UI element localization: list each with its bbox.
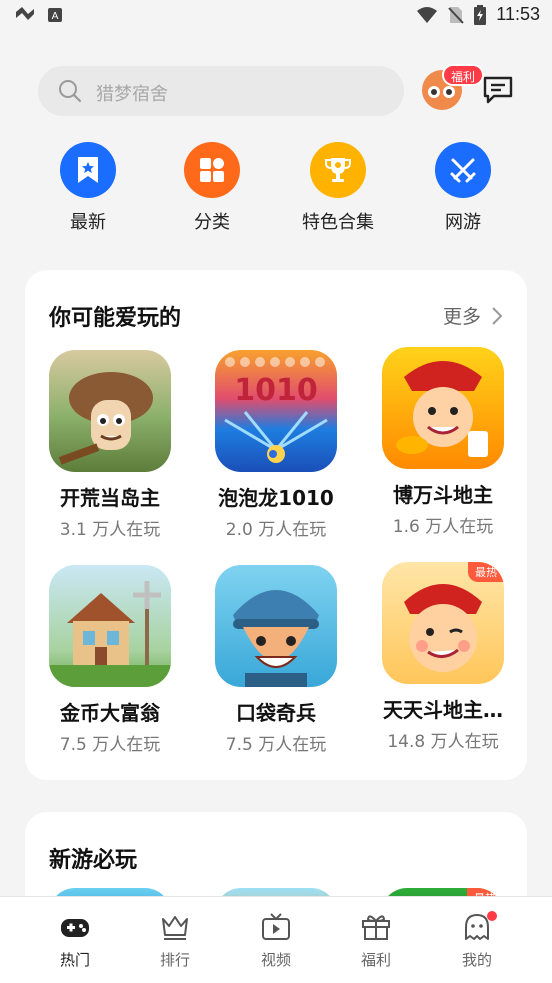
game-name: 口袋奇兵: [236, 701, 316, 725]
quick-nav-label: 分类: [194, 212, 230, 233]
game-item-jinbi[interactable]: 金币大富翁 7.5 万人在玩: [30, 565, 190, 755]
game-icon-bowan: [382, 347, 504, 469]
nav-label: 视频: [260, 951, 291, 969]
gamepad-icon: [61, 919, 89, 937]
game-icon-kaihuang: [49, 350, 171, 472]
bookmark-star-icon: [60, 142, 116, 198]
bottom-nav: 热门 排行 视频 福利 我的: [0, 896, 552, 983]
quick-nav-online[interactable]: 网游: [418, 142, 508, 234]
new-games-title: 新游必玩: [49, 848, 138, 873]
status-time: 11:53: [496, 4, 540, 24]
nav-item-video[interactable]: 视频: [236, 913, 316, 970]
game-players: 2.0 万人在玩: [225, 520, 327, 540]
quick-nav-collections[interactable]: 特色合集: [293, 142, 383, 234]
avatar-eye-left: [428, 86, 440, 98]
game-icon-koudai: [215, 565, 337, 687]
search-bar[interactable]: 猎梦宿舍: [38, 66, 404, 116]
game-item-koudai[interactable]: 口袋奇兵 7.5 万人在玩: [196, 565, 356, 755]
nav-label: 排行: [159, 951, 190, 969]
no-sim-icon: [448, 6, 465, 24]
game-players: 14.8 万人在玩: [387, 732, 499, 752]
game-name: 金币大富翁: [60, 701, 160, 725]
game-players: 3.1 万人在玩: [59, 520, 161, 540]
recommend-title: 你可能爱玩的: [49, 306, 182, 331]
game-item-bowan[interactable]: 博万斗地主 1.6 万人在玩: [363, 347, 523, 537]
message-icon[interactable]: [482, 74, 514, 106]
hot-badge: 最热: [468, 562, 504, 582]
quick-nav-label: 网游: [445, 212, 481, 233]
game-players: 7.5 万人在玩: [225, 735, 327, 755]
crossed-swords-icon: [435, 142, 491, 198]
grid-icon: [184, 142, 240, 198]
more-button[interactable]: 更多: [443, 302, 503, 329]
game-name: 泡泡龙1010: [218, 486, 334, 510]
game-icon-tiantian: 最热: [382, 562, 504, 684]
app-a-icon: A: [48, 8, 62, 22]
nav-item-welfare[interactable]: 福利: [336, 913, 416, 970]
search-placeholder: 猎梦宿舍: [96, 84, 168, 105]
gift-icon: [362, 915, 390, 940]
status-bar: A 11:53: [0, 0, 552, 32]
nav-label: 福利: [360, 951, 391, 969]
battery-icon: [474, 4, 487, 25]
game-players: 7.5 万人在玩: [59, 735, 161, 755]
svg-text:1010: 1010: [234, 373, 318, 408]
game-item-tiantian[interactable]: 最热 天天斗地主… 14.8 万人在玩: [363, 562, 523, 752]
game-name: 博万斗地主: [393, 483, 493, 507]
notification-dot: [487, 911, 497, 921]
chevron-right-icon: [492, 306, 503, 325]
trophy-icon: [310, 142, 366, 198]
svg-text:A: A: [52, 11, 59, 22]
avatar-eye-right: [443, 86, 455, 98]
game-icon-jinbi: [49, 565, 171, 687]
quick-nav-category[interactable]: 分类: [167, 142, 257, 234]
game-item-paopaolong[interactable]: 1010 泡泡龙1010 2.0 万人在玩: [196, 350, 356, 540]
recommend-card: 你可能爱玩的 更多 开荒当岛主 3.1 万人在玩 1010 泡泡龙1010 2.…: [25, 270, 527, 780]
welfare-badge: 福利: [442, 64, 485, 86]
game-name: 开荒当岛主: [60, 486, 160, 510]
game-players: 1.6 万人在玩: [392, 517, 494, 537]
quick-nav-label: 最新: [70, 212, 106, 233]
nav-label: 我的: [461, 951, 492, 969]
wifi-icon: [417, 6, 438, 23]
game-icon-paopaolong: 1010: [215, 350, 337, 472]
tv-play-icon: [262, 913, 290, 940]
nav-item-rank[interactable]: 排行: [135, 913, 215, 970]
more-label: 更多: [442, 306, 481, 328]
quick-nav-label: 特色合集: [302, 212, 374, 233]
game-name: 天天斗地主…: [383, 698, 503, 722]
nav-item-hot[interactable]: 热门: [35, 913, 115, 970]
crown-icon: [162, 916, 188, 940]
nav-item-mine[interactable]: 我的: [437, 911, 517, 970]
nav-label: 热门: [59, 951, 90, 969]
notification-icon: [16, 7, 34, 20]
game-item-kaihuang[interactable]: 开荒当岛主 3.1 万人在玩: [30, 350, 190, 540]
search-icon: [59, 80, 82, 103]
quick-nav-latest[interactable]: 最新: [43, 142, 133, 234]
